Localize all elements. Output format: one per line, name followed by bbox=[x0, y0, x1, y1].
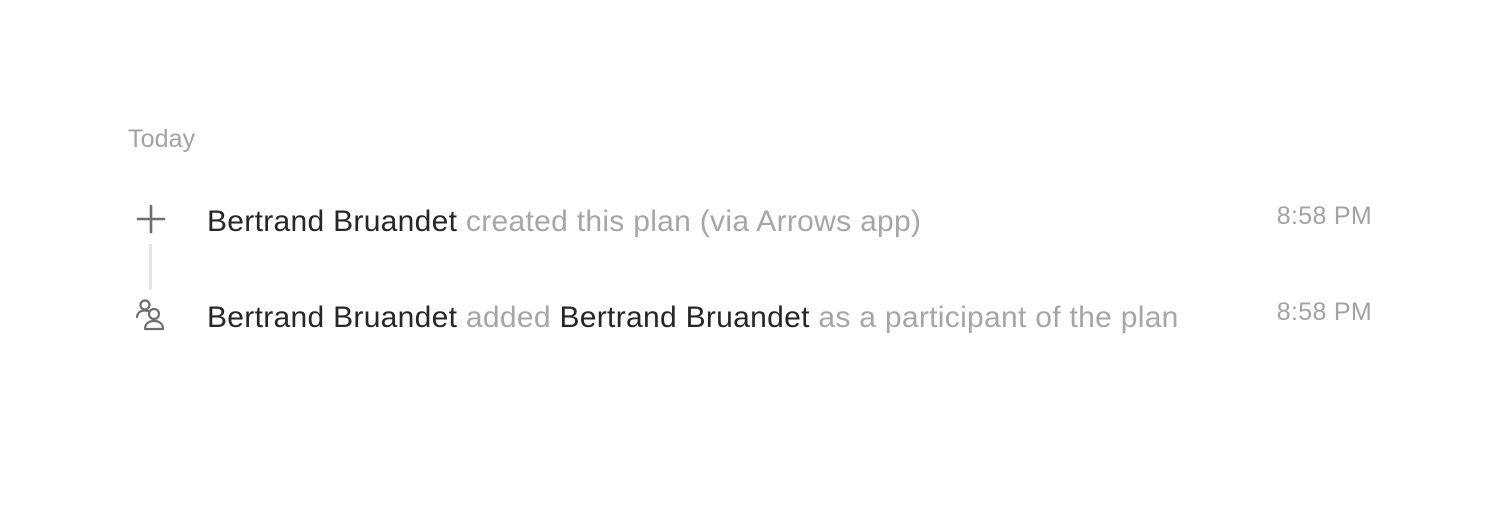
plus-icon bbox=[132, 200, 170, 238]
activity-text: Bertrand Bruandet created this plan (via… bbox=[207, 198, 1247, 246]
participants-icon bbox=[132, 296, 170, 334]
activity-actor: Bertrand Bruandet bbox=[207, 301, 458, 334]
activity-text: Bertrand Bruandet added Bertrand Bruande… bbox=[207, 294, 1247, 342]
activity-actor: Bertrand Bruandet bbox=[207, 205, 458, 238]
activity-time: 8:58 PM bbox=[1276, 202, 1372, 230]
activity-action: created this plan (via Arrows app) bbox=[457, 205, 922, 238]
timeline-connector bbox=[149, 244, 152, 290]
activity-time: 8:58 PM bbox=[1276, 298, 1372, 326]
activity-action: added bbox=[457, 301, 560, 334]
activity-target: Bertrand Bruandet bbox=[559, 301, 810, 334]
date-group-label: Today bbox=[128, 125, 196, 153]
activity-suffix: as a participant of the plan bbox=[809, 301, 1179, 334]
